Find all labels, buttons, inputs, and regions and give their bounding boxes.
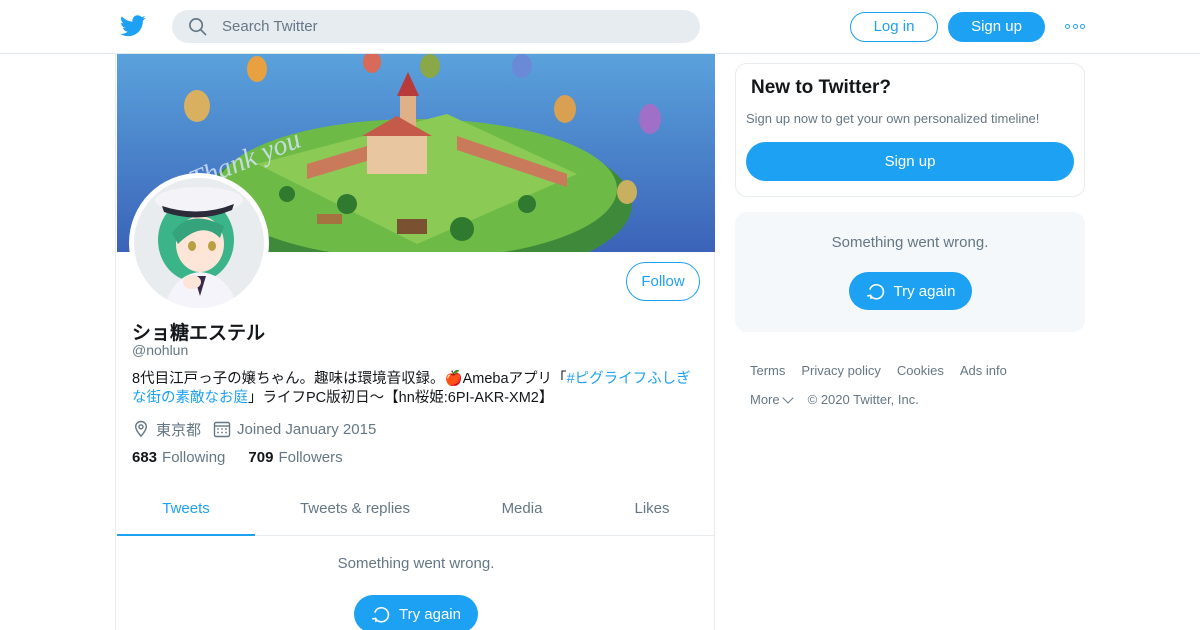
try-again-label: Try again — [399, 605, 461, 623]
refresh-icon — [866, 284, 884, 300]
bio-text: 8代目江戸っ子の嬢ちゃん。趣味は環境音収録。🍎Amebaアプリ「 — [132, 371, 567, 387]
following-count: 683 — [132, 449, 158, 466]
timeline-error-message: Something went wrong. — [337, 555, 495, 572]
footer-privacy-link[interactable]: Privacy policy — [801, 363, 880, 379]
sidebar-error-card: Something went wrong. Try again — [735, 212, 1085, 332]
chevron-down-icon — [781, 392, 794, 404]
dot-icon — [1072, 23, 1078, 29]
profile-tabs: Tweets Tweets & replies Media Likes — [117, 487, 715, 536]
sidebar-signup-button[interactable]: Sign up — [746, 142, 1074, 181]
profile-bio: 8代目江戸っ子の嬢ちゃん。趣味は環境音収録。🍎Amebaアプリ「#ピグライフふし… — [132, 370, 702, 408]
location-pin-icon — [134, 420, 148, 438]
bio-text-after: 」ライフPC版初日〜【hn桜姫:6PI-AKR-XM2】 — [248, 390, 554, 406]
tab-tweets[interactable]: Tweets — [117, 487, 255, 536]
avatar[interactable] — [129, 173, 269, 313]
tab-media[interactable]: Media — [455, 487, 589, 536]
dot-icon — [1080, 23, 1085, 29]
followers-label: Followers — [278, 449, 343, 466]
search-icon — [189, 18, 207, 36]
signup-button[interactable]: Sign up — [948, 12, 1045, 42]
following-label: Following — [162, 449, 226, 466]
tab-tweets-and-replies[interactable]: Tweets & replies — [255, 487, 455, 536]
signup-card-subtitle: Sign up now to get your own personalized… — [746, 111, 1040, 126]
search-box[interactable] — [172, 10, 700, 43]
sidebar-error-message: Something went wrong. — [831, 234, 989, 251]
avatar-image — [134, 178, 264, 308]
new-to-twitter-card: New to Twitter? Sign up now to get your … — [735, 63, 1085, 197]
timeline-try-again-button[interactable]: Try again — [354, 595, 478, 630]
followers-count: 709 — [248, 449, 274, 466]
footer-more-menu[interactable]: More — [750, 392, 794, 408]
footer-cookies-link[interactable]: Cookies — [897, 363, 944, 379]
footer-ads-info-link[interactable]: Ads info — [960, 363, 1007, 379]
profile-location: 東京都 — [156, 421, 202, 439]
login-button[interactable]: Log in — [850, 12, 938, 42]
signup-card-title: New to Twitter? — [751, 77, 892, 98]
more-dots-icon[interactable] — [1065, 20, 1085, 32]
profile-joined-date: Joined January 2015 — [237, 420, 377, 438]
try-again-label: Try again — [893, 282, 956, 300]
twitter-bird-icon[interactable] — [120, 14, 146, 38]
footer: Terms Privacy policy Cookies Ads info Mo… — [750, 363, 1090, 421]
footer-more-label: More — [750, 392, 780, 407]
dot-icon — [1065, 23, 1070, 29]
profile-column: Thank you Follow ショ糖エステル @nohlun 8代目江戸っ子… — [115, 54, 715, 630]
top-navigation-bar: Log in Sign up — [0, 0, 1200, 54]
profile-handle[interactable]: @nohlun — [132, 342, 188, 358]
sidebar-try-again-button[interactable]: Try again — [849, 272, 972, 310]
followers-stat[interactable]: 709 Followers — [248, 449, 342, 466]
profile-display-name[interactable]: ショ糖エステル — [132, 318, 265, 345]
footer-terms-link[interactable]: Terms — [750, 363, 785, 379]
calendar-icon — [213, 421, 231, 438]
refresh-icon — [372, 607, 390, 623]
profile-meta: 東京都 Joined January 2015 — [132, 418, 376, 440]
tab-likes[interactable]: Likes — [589, 487, 715, 536]
search-input[interactable] — [222, 10, 682, 43]
footer-copyright: © 2020 Twitter, Inc. — [807, 392, 919, 407]
profile-stats: 683 Following 709 Followers — [132, 449, 366, 466]
following-stat[interactable]: 683 Following — [132, 449, 225, 466]
follow-button[interactable]: Follow — [626, 262, 700, 301]
